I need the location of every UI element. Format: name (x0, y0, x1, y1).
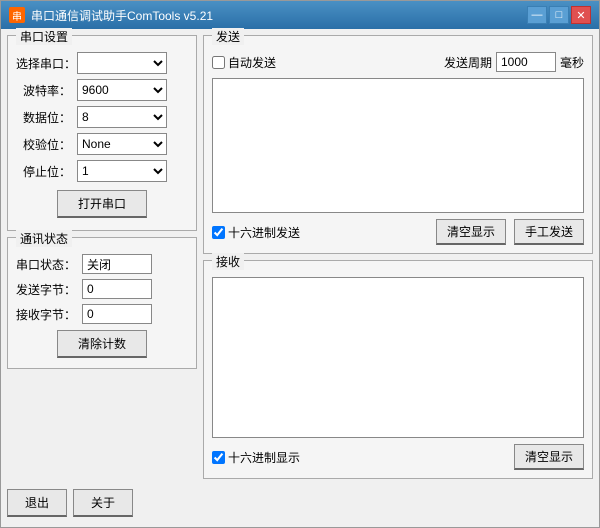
recv-panel-title: 接收 (212, 253, 244, 270)
title-bar: 串 串口通信调试助手ComTools v5.21 — □ ✕ (1, 1, 599, 29)
data-bits-select[interactable]: 8 7 6 5 (77, 106, 167, 128)
right-panels: 发送 自动发送 发送周期 毫秒 (203, 35, 593, 479)
period-input[interactable] (496, 52, 556, 72)
baud-rate-row: 波特率： 9600 115200 57600 38400 (16, 79, 188, 101)
send-panel-title: 发送 (212, 28, 244, 45)
recv-bytes-label: 接收字节： (16, 306, 76, 323)
com-status-label: 串口状态： (16, 256, 76, 273)
hex-send-label[interactable]: 十六进制发送 (212, 224, 300, 241)
auto-send-checkbox[interactable] (212, 56, 225, 69)
send-bytes-label: 发送字节： (16, 281, 76, 298)
window-controls: — □ ✕ (527, 6, 591, 24)
bottom-row: 退出 关于 (7, 485, 593, 521)
comm-status-panel: 通讯状态 串口状态： 关闭 发送字节： 0 接收字节： 0 清除计数 (7, 237, 197, 369)
hex-send-text: 十六进制发送 (228, 224, 300, 241)
hex-recv-text: 十六进制显示 (228, 449, 300, 466)
parity-label: 校验位： (16, 136, 71, 153)
bottom-buttons: 退出 关于 (7, 489, 133, 517)
com-port-row: 选择串口： COM1 COM2 COM3 (16, 52, 188, 74)
send-bytes-value: 0 (82, 279, 152, 299)
status-panel-title: 通讯状态 (16, 230, 72, 247)
about-button[interactable]: 关于 (73, 489, 133, 517)
minimize-button[interactable]: — (527, 6, 547, 24)
period-group: 发送周期 毫秒 (444, 52, 584, 72)
auto-send-text: 自动发送 (228, 54, 276, 71)
recv-textarea[interactable] (212, 277, 584, 438)
exit-button[interactable]: 退出 (7, 489, 67, 517)
app-icon: 串 (9, 7, 25, 23)
window-title: 串口通信调试助手ComTools v5.21 (31, 7, 213, 24)
title-bar-left: 串 串口通信调试助手ComTools v5.21 (9, 7, 213, 24)
parity-select[interactable]: None Even Odd (77, 133, 167, 155)
close-button[interactable]: ✕ (571, 6, 591, 24)
clear-send-button[interactable]: 清空显示 (436, 219, 506, 245)
period-label-text: 发送周期 (444, 54, 492, 71)
hex-send-checkbox[interactable] (212, 226, 225, 239)
send-bytes-row: 发送字节： 0 (16, 279, 188, 299)
stop-bits-label: 停止位： (16, 163, 71, 180)
manual-send-button[interactable]: 手工发送 (514, 219, 584, 245)
send-bottom: 十六进制发送 清空显示 手工发送 (212, 219, 584, 245)
data-bits-label: 数据位： (16, 109, 71, 126)
auto-send-label[interactable]: 自动发送 (212, 54, 276, 71)
com-port-select[interactable]: COM1 COM2 COM3 (77, 52, 167, 74)
maximize-button[interactable]: □ (549, 6, 569, 24)
stop-bits-select[interactable]: 1 1.5 2 (77, 160, 167, 182)
com-status-value: 关闭 (82, 254, 152, 274)
main-window: 串 串口通信调试助手ComTools v5.21 — □ ✕ 串口设置 选择串口… (0, 0, 600, 528)
recv-bytes-row: 接收字节： 0 (16, 304, 188, 324)
serial-settings-panel: 串口设置 选择串口： COM1 COM2 COM3 波特率： 96 (7, 35, 197, 231)
hex-recv-checkbox[interactable] (212, 451, 225, 464)
left-panels: 串口设置 选择串口： COM1 COM2 COM3 波特率： 96 (7, 35, 197, 479)
top-row: 串口设置 选择串口： COM1 COM2 COM3 波特率： 96 (7, 35, 593, 479)
hex-recv-label[interactable]: 十六进制显示 (212, 449, 300, 466)
open-port-button[interactable]: 打开串口 (57, 190, 147, 218)
recv-panel: 接收 十六进制显示 清空显示 (203, 260, 593, 479)
stop-bits-row: 停止位： 1 1.5 2 (16, 160, 188, 182)
send-panel: 发送 自动发送 发送周期 毫秒 (203, 35, 593, 254)
baud-rate-label: 波特率： (16, 82, 71, 99)
recv-bottom: 十六进制显示 清空显示 (212, 444, 584, 470)
content-area: 串口设置 选择串口： COM1 COM2 COM3 波特率： 96 (1, 29, 599, 527)
recv-panel-inner: 十六进制显示 清空显示 (212, 277, 584, 470)
send-textarea[interactable] (212, 78, 584, 213)
serial-panel-title: 串口设置 (16, 28, 72, 45)
com-status-row: 串口状态： 关闭 (16, 254, 188, 274)
data-bits-row: 数据位： 8 7 6 5 (16, 106, 188, 128)
ms-label: 毫秒 (560, 54, 584, 71)
clear-count-button[interactable]: 清除计数 (57, 330, 147, 358)
send-panel-inner: 自动发送 发送周期 毫秒 十六进制发送 (212, 52, 584, 245)
com-port-label: 选择串口： (16, 55, 71, 72)
baud-rate-select[interactable]: 9600 115200 57600 38400 (77, 79, 167, 101)
recv-bytes-value: 0 (82, 304, 152, 324)
send-top: 自动发送 发送周期 毫秒 (212, 52, 584, 72)
parity-row: 校验位： None Even Odd (16, 133, 188, 155)
clear-recv-button[interactable]: 清空显示 (514, 444, 584, 470)
